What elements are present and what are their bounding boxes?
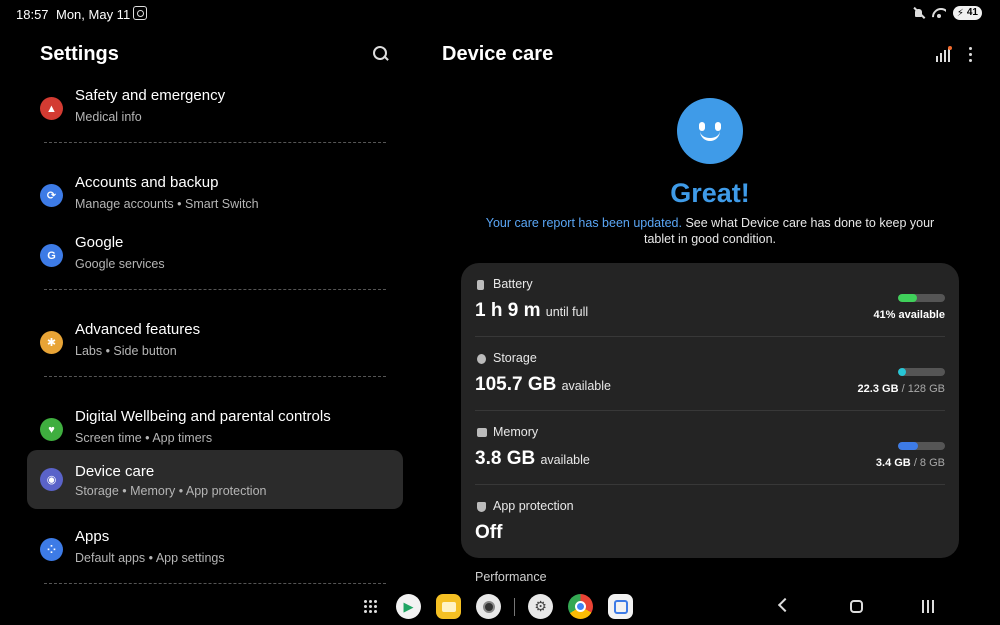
battery-unit: until full xyxy=(545,305,589,319)
chrome-icon[interactable] xyxy=(568,594,593,619)
settings-item-advanced[interactable]: ✱ Advanced features Labs • Side button xyxy=(27,314,403,372)
battery-bar-fill xyxy=(898,294,918,302)
status-headline: Great! xyxy=(670,178,750,208)
item-title: Advanced features xyxy=(75,321,201,338)
care-report-link[interactable]: Your care report has been updated. xyxy=(486,216,682,230)
settings-item-google[interactable]: G Google Google services xyxy=(27,227,403,285)
wifi-icon xyxy=(932,8,946,19)
status-bar: 18:57 Mon, May 11 ⚡ 41 xyxy=(0,0,1000,28)
storage-label: Storage xyxy=(493,351,537,365)
charging-icon: ⚡ xyxy=(956,8,964,19)
performance-heading: Performance xyxy=(475,570,547,584)
item-subtitle: Storage • Memory • App protection xyxy=(75,484,267,498)
battery-label: Battery xyxy=(493,277,533,291)
item-title: Device care xyxy=(75,463,155,480)
storage-total: / 128 GB xyxy=(901,383,945,395)
divider xyxy=(44,583,386,584)
report-description: See what Device care has done to keep yo… xyxy=(643,216,935,246)
battery-row[interactable]: Battery 1 h 9 m until full 41% available xyxy=(461,263,959,337)
app-protection-value: Off xyxy=(475,522,503,543)
storage-available: 105.7 GB xyxy=(475,374,557,395)
storage-used: 22.3 GB xyxy=(857,383,899,395)
battery-level: 41 xyxy=(966,7,978,18)
storage-meta: 22.3 GB / 128 GB xyxy=(858,383,945,395)
divider xyxy=(44,289,386,290)
item-title: Safety and emergency xyxy=(75,87,226,104)
item-subtitle: Medical info xyxy=(75,110,142,124)
storage-icon xyxy=(477,354,486,364)
settings-icon[interactable]: ⚙ xyxy=(528,594,553,619)
clock: 18:57 xyxy=(16,7,49,22)
item-subtitle: Google services xyxy=(75,257,165,271)
item-title: Google xyxy=(75,234,124,251)
back-button[interactable] xyxy=(777,597,793,613)
more-options-icon[interactable] xyxy=(969,47,973,63)
divider xyxy=(44,142,386,143)
memory-bar-fill xyxy=(898,442,919,450)
memory-unit: available xyxy=(540,453,590,467)
detail-title: Device care xyxy=(442,43,554,65)
device-care-card: Battery 1 h 9 m until full 41% available… xyxy=(461,263,959,558)
apps-icon: ⁘ xyxy=(40,538,63,561)
app-protection-row[interactable]: App protection Off xyxy=(461,485,959,559)
diagnostics-icon[interactable] xyxy=(936,46,952,62)
battery-indicator: ⚡ 41 xyxy=(952,6,982,20)
memory-total: / 8 GB xyxy=(913,457,945,469)
divider xyxy=(44,376,386,377)
memory-meta: 3.4 GB / 8 GB xyxy=(876,457,945,469)
smiley-face-icon xyxy=(677,98,743,164)
memory-bar xyxy=(898,442,945,450)
play-store-icon[interactable]: ▶ xyxy=(396,594,421,619)
home-button[interactable] xyxy=(850,600,863,613)
item-subtitle: Screen time • App timers xyxy=(75,431,213,445)
settings-item-device-care[interactable]: ◉ Device care Storage • Memory • App pro… xyxy=(27,450,403,509)
wellbeing-icon: ♥ xyxy=(40,418,63,441)
battery-icon xyxy=(477,280,484,290)
item-title: Apps xyxy=(75,528,110,545)
battery-available: 41% available xyxy=(873,309,945,321)
storage-bar xyxy=(898,368,945,376)
camera-icon[interactable] xyxy=(476,594,501,619)
storage-unit: available xyxy=(561,379,611,393)
device-care-icon: ◉ xyxy=(40,468,63,491)
settings-item-apps[interactable]: ⁘ Apps Default apps • App settings xyxy=(27,521,403,579)
my-files-icon[interactable] xyxy=(436,594,461,619)
recent-apps-button[interactable] xyxy=(922,600,936,613)
search-icon[interactable] xyxy=(373,46,390,63)
battery-bar xyxy=(898,294,945,302)
app-protection-label: App protection xyxy=(493,499,574,513)
storage-row[interactable]: Storage 105.7 GB available 22.3 GB / 128… xyxy=(461,337,959,411)
screenshot-icon xyxy=(133,6,147,20)
memory-value: 3.8 GB available xyxy=(475,448,590,470)
battery-meta: 41% available xyxy=(873,309,945,321)
memory-row[interactable]: Memory 3.8 GB available 3.4 GB / 8 GB xyxy=(461,411,959,485)
date: Mon, May 11 xyxy=(56,7,131,22)
item-subtitle: Labs • Side button xyxy=(75,344,177,358)
report-text: Your care report has been updated. See w… xyxy=(470,215,950,247)
battery-time: 1 h 9 m xyxy=(475,300,541,321)
memory-available: 3.8 GB xyxy=(475,448,536,469)
item-title: Digital Wellbeing and parental controls xyxy=(75,408,331,425)
app-drawer-icon[interactable] xyxy=(364,600,378,614)
storage-bar-fill xyxy=(898,368,906,376)
gear-plus-icon: ✱ xyxy=(40,331,63,354)
battery-value: 1 h 9 m until full xyxy=(475,300,588,322)
page-title: Settings xyxy=(40,43,119,65)
alert-icon: ▲ xyxy=(40,97,63,120)
storage-value: 105.7 GB available xyxy=(475,374,611,396)
calendar-icon[interactable] xyxy=(608,594,633,619)
settings-item-safety[interactable]: ▲ Safety and emergency Medical info xyxy=(27,80,403,138)
memory-label: Memory xyxy=(493,425,539,439)
memory-used: 3.4 GB xyxy=(875,457,911,469)
taskbar: ▶ ⚙ xyxy=(0,590,1000,625)
shield-icon xyxy=(477,502,486,512)
google-icon: G xyxy=(40,244,63,267)
taskbar-divider xyxy=(514,598,515,616)
mute-icon xyxy=(913,7,925,19)
memory-icon xyxy=(477,428,487,437)
item-subtitle: Default apps • App settings xyxy=(75,551,225,565)
